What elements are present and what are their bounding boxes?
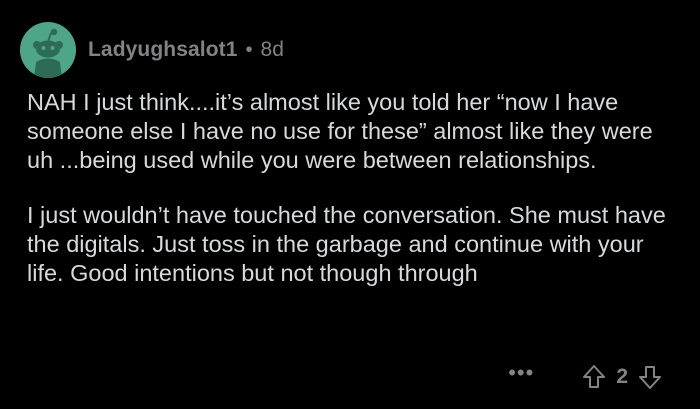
comment-meta: Ladyughsalot1 • 8d <box>88 38 284 62</box>
vote-score: 2 <box>616 365 628 388</box>
comment-body: NAH I just think....it’s almost like you… <box>27 88 677 314</box>
comment-actions: ••• 2 <box>508 362 662 390</box>
comment-paragraph: I just wouldn’t have touched the convers… <box>27 202 666 286</box>
meta-separator: • <box>245 38 253 61</box>
avatar[interactable] <box>20 22 76 78</box>
downvote-arrow-icon[interactable] <box>638 364 662 390</box>
more-options-icon[interactable]: ••• <box>508 362 534 384</box>
username[interactable]: Ladyughsalot1 <box>88 38 238 62</box>
upvote-arrow-icon[interactable] <box>582 364 606 390</box>
comment: Ladyughsalot1 • 8d NAH I just think....i… <box>0 0 700 409</box>
comment-paragraph: NAH I just think....it’s almost like you… <box>27 89 653 173</box>
comment-age: 8d <box>260 38 284 61</box>
comment-header: Ladyughsalot1 • 8d <box>20 22 284 78</box>
snoo-avatar-icon <box>33 28 63 78</box>
